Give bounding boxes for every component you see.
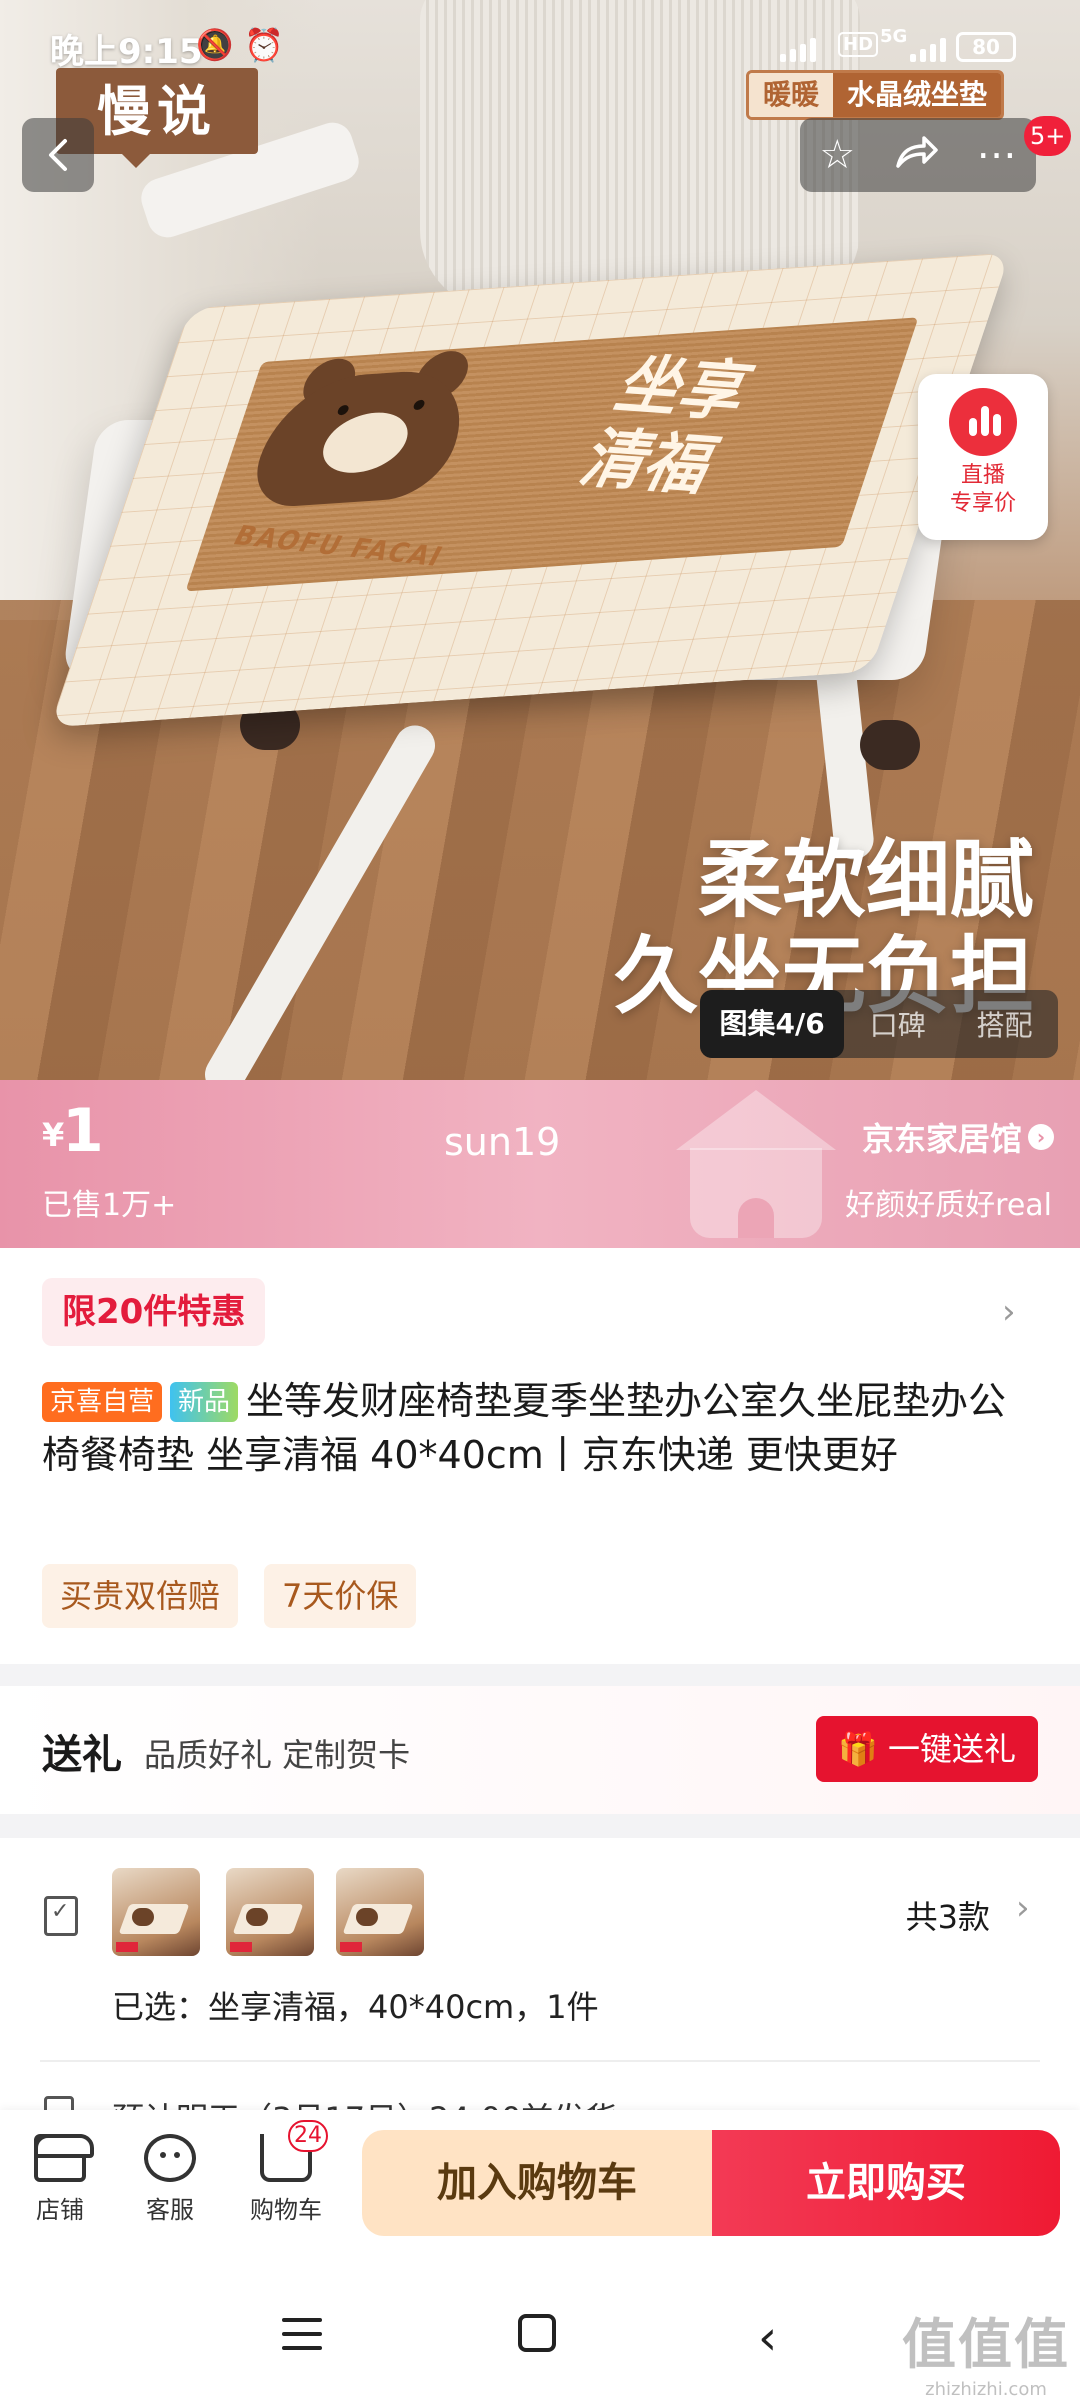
shop-icon bbox=[34, 2134, 94, 2182]
variant-thumbnail[interactable] bbox=[336, 1868, 424, 1956]
shop-label: 店铺 bbox=[36, 2196, 84, 2224]
send-gift-button[interactable]: 🎁 一键送礼 bbox=[816, 1716, 1038, 1782]
variant-thumbnail[interactable] bbox=[226, 1868, 314, 1956]
variant-thumbnail[interactable] bbox=[112, 1868, 200, 1956]
shop-button[interactable]: 店铺 bbox=[10, 2134, 110, 2225]
sold-count: 已售1万+ bbox=[42, 1188, 177, 1223]
site-watermark: 值值值 zhizhizhi.com bbox=[902, 2300, 1070, 2400]
customer-service-label: 客服 bbox=[146, 2196, 194, 2224]
gift-row: 送礼 品质好礼 定制贺卡 🎁 一键送礼 bbox=[0, 1686, 1080, 1814]
status-time: 晚上9:15 bbox=[50, 32, 203, 72]
watermark-logo: 值值值 bbox=[902, 2312, 1070, 2376]
gift-icon: 🎁 bbox=[837, 1730, 888, 1768]
mute-bell-icon: 🔕 bbox=[196, 28, 234, 63]
price-currency: ¥ bbox=[42, 1116, 65, 1154]
product-tag: 暖暖 水晶绒坐垫 bbox=[746, 70, 1005, 120]
chevron-left-icon bbox=[49, 139, 67, 171]
chevron-right-icon[interactable]: › bbox=[1002, 1292, 1016, 1332]
top-action-group: ☆ ⋯ bbox=[800, 118, 1036, 192]
cart-label: 购物车 bbox=[250, 2196, 322, 2224]
live-icon bbox=[949, 388, 1017, 456]
promo-label[interactable]: 限20件特惠 bbox=[42, 1278, 266, 1346]
section-divider bbox=[0, 1814, 1080, 1838]
live-label-1: 直播 bbox=[960, 463, 1005, 488]
tab-reviews[interactable]: 口碑 bbox=[844, 1004, 951, 1044]
message-count-badge: 5+ bbox=[1024, 116, 1072, 156]
product-tag-right: 水晶绒坐垫 bbox=[833, 73, 1002, 117]
home-watermark-icon bbox=[676, 1090, 836, 1240]
watermark-url: zhizhizhi.com bbox=[925, 2379, 1047, 2400]
recent-apps-icon[interactable] bbox=[282, 2318, 322, 2350]
gift-subtitle: 品质好礼 定制贺卡 bbox=[144, 1736, 411, 1774]
section-divider bbox=[0, 1664, 1080, 1688]
price-value: 1 bbox=[62, 1096, 104, 1166]
variant-selector[interactable]: 共3款 › 已选：坐享清福，40*40cm，1件 预计明天（3月17日）24:0… bbox=[0, 1838, 1080, 2138]
system-back-icon[interactable]: ‹ bbox=[758, 2310, 777, 2366]
share-icon[interactable] bbox=[894, 132, 938, 179]
gift-title: 送礼 bbox=[42, 1732, 122, 1778]
favorite-star-icon[interactable]: ☆ bbox=[819, 135, 855, 175]
selected-spec-icon bbox=[44, 1896, 78, 1936]
customer-service-button[interactable]: 客服 bbox=[120, 2134, 220, 2225]
chevron-right-icon[interactable]: › bbox=[1016, 1888, 1030, 1928]
store-link[interactable]: 京东家居馆 › bbox=[862, 1114, 1054, 1160]
hd-icon: HD bbox=[838, 32, 879, 57]
product-info: 限20件特惠 › 京喜自营 新品 坐等发财座椅垫夏季坐垫办公室久坐屁垫办公椅餐椅垫 … bbox=[0, 1248, 1080, 1664]
live-price-card[interactable]: 直播 专享价 bbox=[918, 374, 1048, 540]
send-gift-label: 一键送礼 bbox=[888, 1730, 1017, 1768]
more-icon[interactable]: ⋯ bbox=[977, 135, 1017, 175]
row-divider bbox=[40, 2060, 1040, 2062]
product-title: 京喜自营 新品 坐等发财座椅垫夏季坐垫办公室久坐屁垫办公椅餐椅垫 坐享清福 40*4… bbox=[42, 1374, 1042, 1482]
add-to-cart-button[interactable]: 加入购物车 bbox=[362, 2130, 712, 2236]
battery-icon: 80 bbox=[956, 32, 1016, 62]
guarantee-price-protect[interactable]: 7天价保 bbox=[264, 1564, 417, 1628]
gallery-tabs: 图集4/6 口碑 搭配 bbox=[700, 990, 1058, 1058]
product-tag-left: 暖暖 bbox=[749, 73, 834, 117]
guarantee-double-refund[interactable]: 买贵双倍赔 bbox=[42, 1564, 239, 1628]
selected-spec-text: 已选：坐享清福，40*40cm，1件 bbox=[112, 1988, 599, 2026]
store-slogan: 好颜好质好real bbox=[845, 1188, 1052, 1223]
product-image-carousel[interactable]: 坐享清福 BAOFU FACAI 柔软细腻 久坐无负担 晚上9:15 🔕 ⏰ H… bbox=[0, 0, 1080, 1080]
signal-strength-icon bbox=[780, 36, 816, 62]
network-type: 5G bbox=[880, 26, 908, 47]
price-banner: ¥ 1 已售1万+ sun19 京东家居馆 › 好颜好质好real bbox=[0, 1080, 1080, 1248]
slogan-line-1: 柔软细腻 bbox=[697, 831, 1034, 929]
banner-center-text: sun19 bbox=[444, 1120, 561, 1164]
cart-count-badge: 24 bbox=[288, 2120, 328, 2152]
alarm-icon: ⏰ bbox=[244, 26, 284, 64]
buy-now-button[interactable]: 立即购买 bbox=[712, 2130, 1060, 2236]
chair-wheel bbox=[860, 720, 920, 770]
new-badge: 新品 bbox=[170, 1382, 239, 1422]
back-button[interactable] bbox=[22, 118, 94, 192]
seat-cushion-product: 坐享清福 BAOFU FACAI bbox=[49, 252, 1011, 728]
tab-gallery[interactable]: 图集4/6 bbox=[700, 990, 845, 1058]
self-run-badge: 京喜自营 bbox=[42, 1382, 163, 1422]
store-name: 京东家居馆 bbox=[861, 1120, 1022, 1158]
variant-count: 共3款 bbox=[905, 1898, 990, 1936]
home-icon[interactable] bbox=[518, 2314, 556, 2352]
chevron-right-circle-icon: › bbox=[1028, 1124, 1054, 1150]
tab-match[interactable]: 搭配 bbox=[951, 1004, 1058, 1044]
signal-strength-icon-2 bbox=[910, 36, 946, 62]
live-label-2: 专享价 bbox=[949, 491, 1016, 516]
customer-service-icon bbox=[144, 2134, 196, 2182]
bottom-action-bar: 店铺 客服 购物车 24 加入购物车 立即购买 bbox=[0, 2110, 1080, 2270]
